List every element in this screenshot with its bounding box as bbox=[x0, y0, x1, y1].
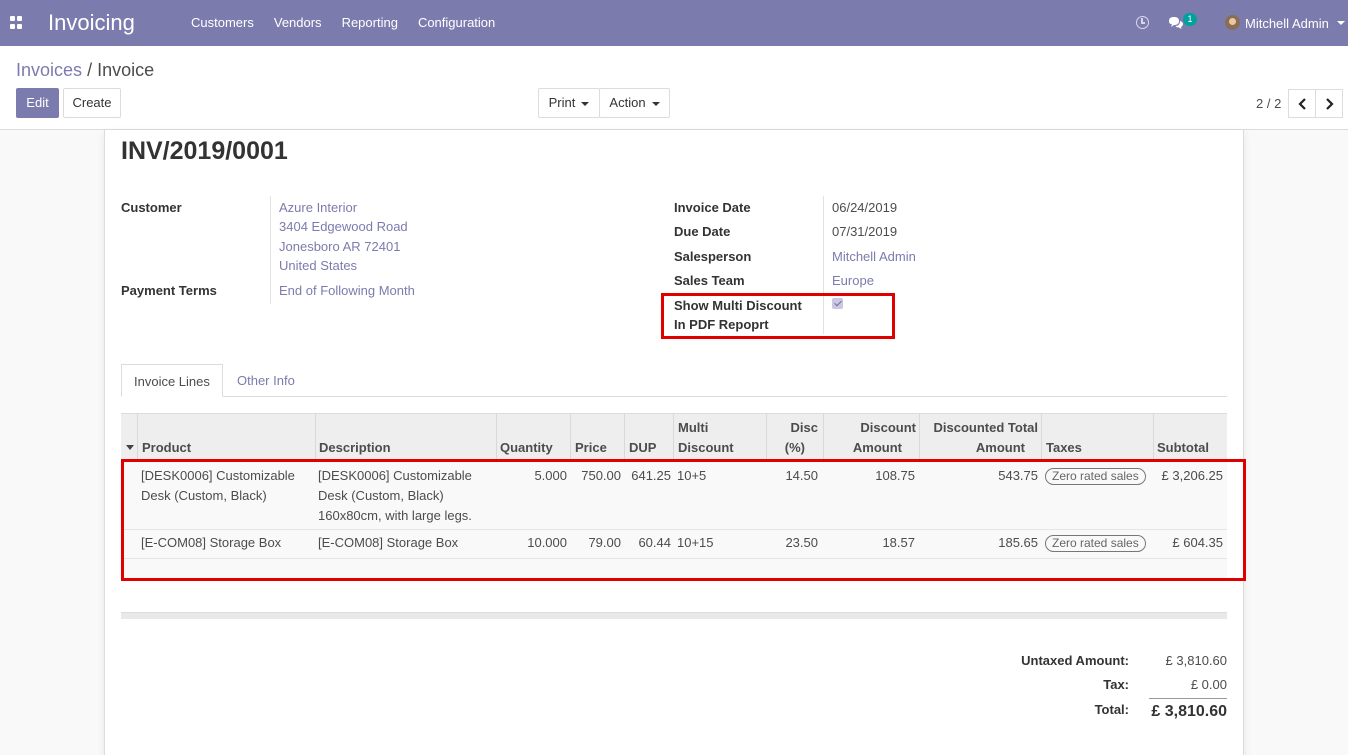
app-title: Invoicing bbox=[48, 10, 135, 35]
top-navbar: Invoicing Customers Vendors Reporting Co… bbox=[0, 0, 1348, 46]
total-label: Total: bbox=[1094, 702, 1129, 717]
activity-clock-icon[interactable] bbox=[1136, 16, 1149, 29]
print-label: Print bbox=[548, 95, 576, 110]
user-avatar[interactable] bbox=[1225, 15, 1240, 30]
customer-address-line[interactable]: United States bbox=[279, 258, 357, 273]
print-dropdown-button[interactable]: Print bbox=[538, 88, 600, 118]
salesperson-link[interactable]: Mitchell Admin bbox=[832, 249, 916, 264]
tab-other-info[interactable]: Other Info bbox=[225, 364, 307, 397]
column-separator bbox=[315, 414, 316, 460]
column-separator bbox=[570, 414, 571, 460]
payment-terms-label: Payment Terms bbox=[121, 283, 217, 298]
column-separator bbox=[919, 414, 920, 460]
col-header-price[interactable]: Price bbox=[575, 438, 607, 458]
column-separator bbox=[624, 414, 625, 460]
col-header-quantity[interactable]: Quantity bbox=[500, 438, 553, 458]
pager-previous-button[interactable] bbox=[1288, 89, 1316, 118]
edit-button[interactable]: Edit bbox=[16, 88, 59, 118]
col-header-disc-percent[interactable]: (%) bbox=[771, 438, 805, 458]
chat-count-badge: 1 bbox=[1183, 13, 1197, 26]
breadcrumb-current: Invoice bbox=[97, 60, 155, 80]
pager-next-button[interactable] bbox=[1315, 89, 1343, 118]
menu-item-customers[interactable]: Customers bbox=[181, 0, 264, 46]
invoice-number-title: INV/2019/0001 bbox=[121, 137, 288, 165]
col-header-disc-percent[interactable]: Disc bbox=[771, 418, 818, 438]
action-caret-icon bbox=[651, 101, 660, 106]
chevron-left-icon bbox=[1297, 97, 1306, 110]
column-separator bbox=[673, 414, 674, 460]
action-label: Action bbox=[609, 95, 646, 110]
highlight-box-invoice-lines bbox=[121, 459, 1246, 581]
menu-item-reporting[interactable]: Reporting bbox=[332, 0, 408, 46]
invoice-date-label: Invoice Date bbox=[674, 200, 751, 215]
chevron-right-icon bbox=[1325, 97, 1334, 110]
menu-item-vendors[interactable]: Vendors bbox=[264, 0, 332, 46]
untaxed-amount-label: Untaxed Amount: bbox=[1021, 653, 1129, 668]
payment-terms-link[interactable]: End of Following Month bbox=[279, 283, 415, 298]
sales-team-label: Sales Team bbox=[674, 273, 745, 288]
breadcrumb-invoices-link[interactable]: Invoices bbox=[16, 60, 82, 80]
due-date-value: 07/31/2019 bbox=[832, 224, 898, 239]
customer-address-line[interactable]: 3404 Edgewood Road bbox=[279, 219, 408, 234]
untaxed-amount-value: £ 3,810.60 bbox=[1165, 653, 1227, 668]
user-menu-caret-icon[interactable] bbox=[1337, 21, 1345, 25]
col-header-multi-discount[interactable]: Multi bbox=[678, 418, 708, 438]
sort-caret-icon[interactable] bbox=[126, 445, 134, 450]
col-header-subtotal[interactable]: Subtotal bbox=[1157, 438, 1209, 458]
create-button[interactable]: Create bbox=[63, 88, 121, 118]
column-separator bbox=[823, 414, 824, 460]
col-header-description[interactable]: Description bbox=[319, 438, 391, 458]
col-header-discount-amount[interactable]: Discount bbox=[827, 418, 916, 438]
column-separator bbox=[1153, 414, 1154, 460]
user-menu-name[interactable]: Mitchell Admin bbox=[1245, 16, 1329, 31]
salesperson-label: Salesperson bbox=[674, 249, 752, 264]
payment-terms-separator bbox=[270, 280, 271, 304]
chat-icon[interactable] bbox=[1168, 16, 1184, 30]
column-separator bbox=[137, 414, 138, 460]
apps-menu-icon[interactable] bbox=[10, 16, 23, 29]
customer-separator bbox=[270, 196, 271, 280]
customer-address-line[interactable]: Jonesboro AR 72401 bbox=[279, 239, 400, 254]
col-header-taxes[interactable]: Taxes bbox=[1046, 438, 1082, 458]
customer-name-link[interactable]: Azure Interior bbox=[279, 200, 357, 215]
due-date-label: Due Date bbox=[674, 224, 731, 239]
highlight-box-multi-discount bbox=[661, 293, 895, 339]
action-dropdown-button[interactable]: Action bbox=[599, 88, 670, 118]
menu-item-configuration[interactable]: Configuration bbox=[408, 0, 505, 46]
tax-label: Tax: bbox=[1103, 677, 1129, 692]
breadcrumb: Invoices / Invoice bbox=[16, 60, 154, 81]
tab-invoice-lines[interactable]: Invoice Lines bbox=[121, 364, 223, 397]
col-header-discounted-total[interactable]: Discounted Total bbox=[924, 418, 1038, 438]
total-value: £ 3,810.60 bbox=[1151, 703, 1227, 720]
col-header-dup[interactable]: DUP bbox=[629, 438, 656, 458]
sales-team-link[interactable]: Europe bbox=[832, 273, 874, 288]
col-header-discount-amount[interactable]: Amount bbox=[827, 438, 902, 458]
column-separator bbox=[1041, 414, 1042, 460]
tax-value: £ 0.00 bbox=[1190, 677, 1227, 692]
column-separator bbox=[496, 414, 497, 460]
col-header-product[interactable]: Product bbox=[142, 438, 191, 458]
invoice-lines-header: Product Description Quantity Price DUP M… bbox=[121, 413, 1227, 460]
col-header-discounted-total[interactable]: Amount bbox=[924, 438, 1025, 458]
main-menu: Customers Vendors Reporting Configuratio… bbox=[181, 0, 505, 46]
breadcrumb-separator: / bbox=[87, 60, 93, 80]
pager-value[interactable]: 2 / 2 bbox=[1256, 96, 1281, 111]
col-header-multi-discount[interactable]: Discount bbox=[678, 438, 734, 458]
column-separator bbox=[766, 414, 767, 460]
print-caret-icon bbox=[581, 101, 590, 106]
control-panel: Invoices / Invoice Edit Create Print Act… bbox=[0, 46, 1348, 130]
customer-label: Customer bbox=[121, 200, 182, 215]
table-footer bbox=[121, 612, 1227, 619]
totals-divider bbox=[1149, 698, 1227, 699]
invoice-date-value: 06/24/2019 bbox=[832, 200, 898, 215]
